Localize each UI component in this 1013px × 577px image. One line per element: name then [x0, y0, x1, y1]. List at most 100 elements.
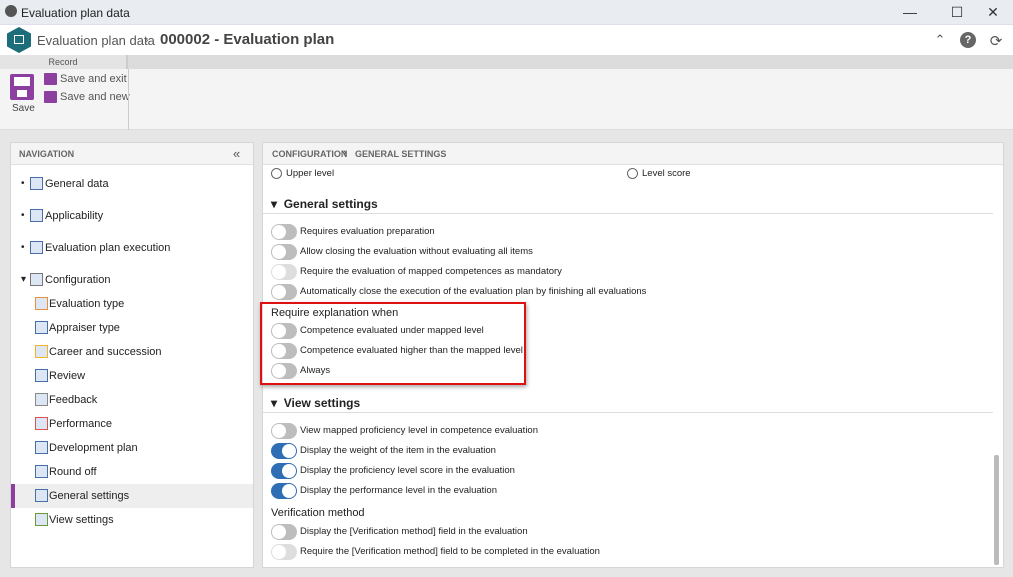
nav-item-icon — [30, 209, 43, 222]
maximize-button[interactable]: ☐ — [942, 2, 972, 22]
collapse-up-icon[interactable]: ⌃ — [932, 32, 948, 48]
nav-item-icon — [35, 465, 48, 478]
breadcrumb-general-settings: GENERAL SETTINGS — [355, 149, 447, 159]
nav-item-icon — [35, 393, 48, 406]
navigation-header: NAVIGATION « — [11, 143, 253, 165]
navigation-panel: NAVIGATION « • General data • Applicability… — [10, 142, 254, 568]
sidebar-item-review[interactable]: Review — [11, 364, 253, 388]
toggle-switch[interactable] — [271, 423, 297, 439]
sidebar-item-view-settings[interactable]: View settings — [11, 508, 253, 532]
nav-item-icon — [35, 417, 48, 430]
breadcrumb-chevron-icon: › — [144, 31, 149, 47]
toggle-switch[interactable] — [271, 284, 297, 300]
sidebar-item-label: Appraiser type — [49, 322, 120, 334]
sidebar-item-evaluation-type[interactable]: Evaluation type — [11, 292, 253, 316]
sidebar-item-general-data[interactable]: • General data — [11, 172, 253, 196]
nav-item-icon — [35, 441, 48, 454]
save-new-icon — [44, 91, 57, 103]
sidebar-item-label: Career and succession — [49, 346, 162, 358]
toggle-switch[interactable] — [271, 524, 297, 540]
toggle-switch[interactable] — [271, 463, 297, 479]
sidebar-item-label: Review — [49, 370, 86, 382]
sidebar-item-appraiser-type[interactable]: Appraiser type — [11, 316, 253, 340]
page-title: 000002 - Evaluation plan — [160, 31, 335, 48]
sidebar-item-development-plan[interactable]: Development plan — [11, 436, 253, 460]
close-button[interactable]: ✕ — [978, 2, 1008, 22]
toggle-switch[interactable] — [271, 483, 297, 499]
toggle-label: Display the performance level in the eva… — [300, 485, 497, 496]
divider — [263, 412, 993, 413]
nav-item-icon — [35, 321, 48, 334]
window-title: Evaluation plan data — [21, 6, 130, 20]
section-view-settings[interactable]: ▾ View settings — [271, 396, 360, 410]
toggle-label: Automatically close the execution of the… — [300, 286, 647, 297]
section-title: View settings — [283, 396, 361, 410]
save-and-exit-button[interactable]: Save and exit — [44, 73, 127, 85]
app-logo-icon — [7, 27, 31, 53]
save-icon — [10, 74, 34, 100]
sidebar-item-label: Evaluation type — [49, 298, 125, 310]
toggle-switch[interactable] — [271, 244, 297, 260]
help-icon[interactable]: ? — [960, 32, 976, 48]
divider — [263, 213, 993, 214]
minimize-button[interactable]: — — [895, 2, 925, 22]
nav-item-icon — [35, 297, 48, 310]
bullet-icon: • — [21, 178, 25, 189]
radio-level-score[interactable]: Level score — [627, 168, 691, 179]
sidebar-item-label: Performance — [49, 418, 112, 430]
radio-label: Level score — [642, 168, 691, 179]
sidebar-item-label: Configuration — [45, 274, 111, 286]
sidebar-item-evaluation-plan-execution[interactable]: • Evaluation plan execution — [11, 236, 253, 260]
sidebar-item-applicability[interactable]: • Applicability — [11, 204, 253, 228]
collapse-panel-icon[interactable]: « — [233, 146, 240, 161]
save-exit-icon — [44, 73, 57, 85]
toggle-switch[interactable] — [271, 443, 297, 459]
toggle-label: View mapped proficiency level in compete… — [300, 425, 538, 436]
radio-icon[interactable] — [627, 168, 638, 179]
divider — [128, 69, 129, 130]
expand-caret-icon[interactable]: ▾ — [21, 274, 26, 285]
refresh-icon[interactable]: ⟳ — [988, 32, 1004, 50]
nav-item-icon — [30, 177, 43, 190]
breadcrumb-root[interactable]: Evaluation plan data — [37, 33, 155, 48]
sidebar-item-configuration[interactable]: ▾ Configuration — [11, 268, 253, 292]
toggle-switch[interactable] — [271, 224, 297, 240]
nav-item-icon — [30, 273, 43, 286]
save-and-new-button[interactable]: Save and new — [44, 91, 130, 103]
toggle-label: Requires evaluation preparation — [300, 226, 435, 237]
nav-item-icon — [35, 513, 48, 526]
radio-upper-level[interactable]: Upper level — [271, 168, 334, 179]
save-button[interactable]: Save — [0, 69, 40, 119]
toggle-label: Require the evaluation of mapped compete… — [300, 266, 562, 277]
toggle-label: Display the weight of the item in the ev… — [300, 445, 496, 456]
sidebar-item-round-off[interactable]: Round off — [11, 460, 253, 484]
navigation-title: NAVIGATION — [19, 149, 75, 159]
highlight-box — [260, 302, 526, 385]
radio-label: Upper level — [286, 168, 335, 179]
sidebar-item-career-and-succession[interactable]: Career and succession — [11, 340, 253, 364]
app-globe-icon — [5, 5, 17, 17]
save-new-label: Save and new — [60, 91, 130, 103]
breadcrumb-configuration[interactable]: CONFIGURATION — [272, 149, 347, 159]
sidebar-item-general-settings[interactable]: General settings — [11, 484, 253, 508]
scrollbar[interactable] — [994, 455, 999, 565]
nav-item-icon — [30, 241, 43, 254]
toggle-label: Display the proficiency level score in t… — [300, 465, 515, 476]
sidebar-item-label: Evaluation plan execution — [45, 242, 171, 254]
sidebar-item-label: General settings — [49, 490, 130, 502]
sidebar-item-label: Development plan — [49, 442, 138, 454]
content-breadcrumb: CONFIGURATION › GENERAL SETTINGS — [263, 143, 1003, 165]
bullet-icon: • — [21, 210, 25, 221]
sidebar-item-performance[interactable]: Performance — [11, 412, 253, 436]
section-general-settings[interactable]: ▾ General settings — [271, 197, 378, 211]
toggle-label: Display the [Verification method] field … — [300, 526, 528, 537]
sidebar-item-label: Feedback — [49, 394, 98, 406]
breadcrumb-chevron-icon: › — [343, 147, 347, 159]
header: Evaluation plan data › 000002 - Evaluati… — [0, 25, 1013, 55]
nav-item-icon — [35, 489, 48, 502]
toggle-switch — [271, 264, 297, 280]
sidebar-item-label: Round off — [49, 466, 97, 478]
sidebar-item-feedback[interactable]: Feedback — [11, 388, 253, 412]
radio-icon[interactable] — [271, 168, 282, 179]
ribbon: Save Save and exit Save and new — [0, 69, 1013, 130]
